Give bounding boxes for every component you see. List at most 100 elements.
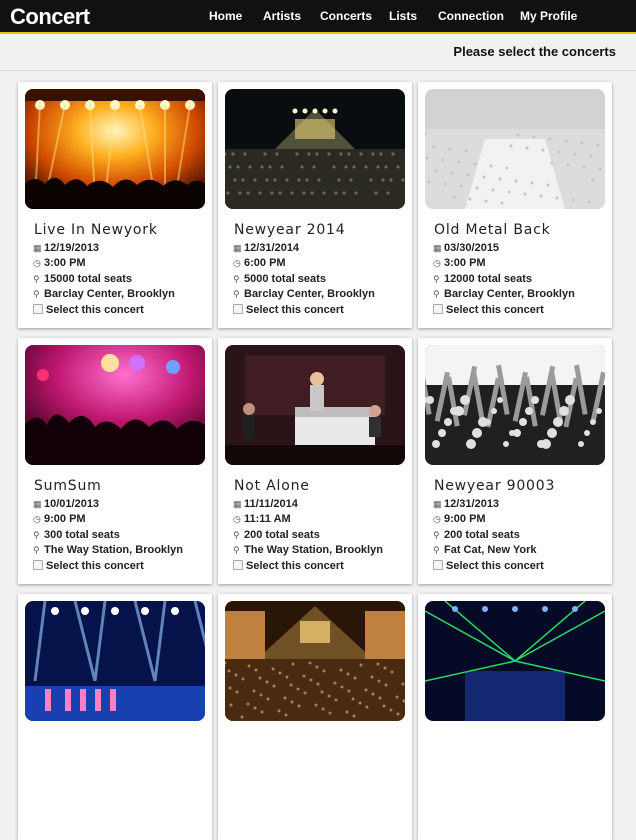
concert-time: ◷ 9:00 PM xyxy=(433,513,486,527)
concert-photo[interactable] xyxy=(425,601,605,721)
nav-my-profile[interactable]: My Profile xyxy=(520,9,577,23)
concert-card[interactable] xyxy=(18,594,212,840)
location-pin-icon: ⚲ xyxy=(33,545,40,555)
select-concert-label[interactable]: Select this concert xyxy=(246,304,344,316)
arena-crowd-image xyxy=(225,89,405,209)
select-concert-row[interactable]: Select this concert xyxy=(33,560,144,574)
concert-card[interactable] xyxy=(218,594,412,840)
nav-lists[interactable]: Lists xyxy=(389,9,417,23)
concert-photo[interactable] xyxy=(425,89,605,209)
concert-photo[interactable] xyxy=(425,345,605,465)
concert-seats: ⚲ 5000 total seats xyxy=(233,273,326,287)
clock-icon: ◷ xyxy=(233,258,241,268)
concert-seats-value: 300 total seats xyxy=(44,529,120,541)
select-concert-checkbox[interactable] xyxy=(433,304,443,314)
concert-photo[interactable] xyxy=(25,345,205,465)
concert-time-value: 3:00 PM xyxy=(444,257,486,269)
calendar-icon: ▦ xyxy=(233,243,242,253)
select-concert-checkbox[interactable] xyxy=(33,560,43,570)
faded-arena-image xyxy=(425,89,605,209)
concert-card[interactable]: Not Alone ▦ 11/11/2014 ◷ 11:11 AM ⚲ 200 total … xyxy=(218,338,412,584)
concert-venue: ⚲ Barclay Center, Brooklyn xyxy=(433,288,575,302)
nav-artists[interactable]: Artists xyxy=(263,9,301,23)
select-concert-row[interactable]: Select this concert xyxy=(433,304,544,318)
concert-card[interactable] xyxy=(418,594,612,840)
concert-venue: ⚲ Barclay Center, Brooklyn xyxy=(233,288,375,302)
concert-date: ▦ 12/31/2013 xyxy=(433,498,499,512)
select-concert-checkbox[interactable] xyxy=(233,304,243,314)
select-concert-label[interactable]: Select this concert xyxy=(446,304,544,316)
instruction-text: Please select the concerts xyxy=(453,44,616,59)
location-pin-icon: ⚲ xyxy=(33,289,40,299)
concert-title: Not Alone xyxy=(234,478,310,494)
nav-connection[interactable]: Connection xyxy=(438,9,504,23)
select-concert-checkbox[interactable] xyxy=(433,560,443,570)
pink-lights-crowd-image xyxy=(25,345,205,465)
calendar-icon: ▦ xyxy=(33,499,42,509)
concert-photo[interactable] xyxy=(225,345,405,465)
nav-concerts[interactable]: Concerts xyxy=(320,9,372,23)
theater-crowd-image xyxy=(225,601,405,721)
select-concert-row[interactable]: Select this concert xyxy=(33,304,144,318)
concert-seats-value: 200 total seats xyxy=(444,529,520,541)
calendar-icon: ▦ xyxy=(433,243,442,253)
concert-photo[interactable] xyxy=(25,89,205,209)
concert-card[interactable]: Newyear 90003 ▦ 12/31/2013 ◷ 9:00 PM ⚲ 200 tot… xyxy=(418,338,612,584)
select-concert-label[interactable]: Select this concert xyxy=(246,560,344,572)
concert-seats: ⚲ 12000 total seats xyxy=(433,273,532,287)
seat-icon: ⚲ xyxy=(33,274,40,284)
concert-date-value: 12/31/2014 xyxy=(244,242,300,254)
concert-title: Old Metal Back xyxy=(434,222,551,238)
concert-title: Live In Newyork xyxy=(34,222,158,238)
concert-time: ◷ 3:00 PM xyxy=(433,257,486,271)
select-concert-label[interactable]: Select this concert xyxy=(46,560,144,572)
concert-time-value: 3:00 PM xyxy=(44,257,86,269)
concert-photo[interactable] xyxy=(25,601,205,721)
concert-date: ▦ 03/30/2015 xyxy=(433,242,499,256)
concert-photo[interactable] xyxy=(225,601,405,721)
bw-hands-crowd-image xyxy=(425,345,605,465)
concert-card[interactable]: Newyear 2014 ▦ 12/31/2014 ◷ 6:00 PM ⚲ 5000 tot… xyxy=(218,82,412,328)
concert-card[interactable]: SumSum ▦ 10/01/2013 ◷ 9:00 PM ⚲ 300 total seat… xyxy=(18,338,212,584)
clock-icon: ◷ xyxy=(233,514,241,524)
concert-date-value: 11/11/2014 xyxy=(244,498,298,510)
concert-venue: ⚲ Barclay Center, Brooklyn xyxy=(33,288,175,302)
concert-time-value: 9:00 PM xyxy=(44,513,86,525)
seat-icon: ⚲ xyxy=(433,530,440,540)
concert-venue: ⚲ Fat Cat, New York xyxy=(433,544,537,558)
concert-photo[interactable] xyxy=(225,89,405,209)
location-pin-icon: ⚲ xyxy=(233,289,240,299)
select-concert-row[interactable]: Select this concert xyxy=(233,304,344,318)
concert-seats: ⚲ 300 total seats xyxy=(33,529,120,543)
green-lasers-image xyxy=(425,601,605,721)
concert-date: ▦ 10/01/2013 xyxy=(33,498,99,512)
location-pin-icon: ⚲ xyxy=(233,545,240,555)
calendar-icon: ▦ xyxy=(33,243,42,253)
concert-title: Newyear 90003 xyxy=(434,478,556,494)
orange-stage-lights-image xyxy=(25,89,205,209)
concert-venue-value: The Way Station, Brooklyn xyxy=(244,544,383,556)
select-concert-row[interactable]: Select this concert xyxy=(233,560,344,574)
clock-icon: ◷ xyxy=(33,258,41,268)
nav-home[interactable]: Home xyxy=(209,9,242,23)
concert-date-value: 12/19/2013 xyxy=(44,242,100,254)
select-concert-row[interactable]: Select this concert xyxy=(433,560,544,574)
concert-date: ▦ 11/11/2014 xyxy=(233,498,298,512)
concert-date-value: 10/01/2013 xyxy=(44,498,100,510)
select-concert-checkbox[interactable] xyxy=(33,304,43,314)
concert-card[interactable]: Old Metal Back ▦ 03/30/2015 ◷ 3:00 PM ⚲ 12000 … xyxy=(418,82,612,328)
concert-time: ◷ 11:11 AM xyxy=(233,513,291,527)
concert-card[interactable]: Live In Newyork ▦ 12/19/2013 ◷ 3:00 PM ⚲ 15000… xyxy=(18,82,212,328)
calendar-icon: ▦ xyxy=(433,499,442,509)
select-concert-label[interactable]: Select this concert xyxy=(46,304,144,316)
concert-venue: ⚲ The Way Station, Brooklyn xyxy=(233,544,383,558)
concert-venue-value: Barclay Center, Brooklyn xyxy=(44,288,175,300)
select-concert-checkbox[interactable] xyxy=(233,560,243,570)
concert-venue-value: Barclay Center, Brooklyn xyxy=(444,288,575,300)
seat-icon: ⚲ xyxy=(233,530,240,540)
select-concert-label[interactable]: Select this concert xyxy=(446,560,544,572)
concert-seats-value: 200 total seats xyxy=(244,529,320,541)
main-nav: Home Artists Concerts Lists Connection M… xyxy=(0,9,636,25)
concert-seats: ⚲ 15000 total seats xyxy=(33,273,132,287)
concert-title: Newyear 2014 xyxy=(234,222,346,238)
